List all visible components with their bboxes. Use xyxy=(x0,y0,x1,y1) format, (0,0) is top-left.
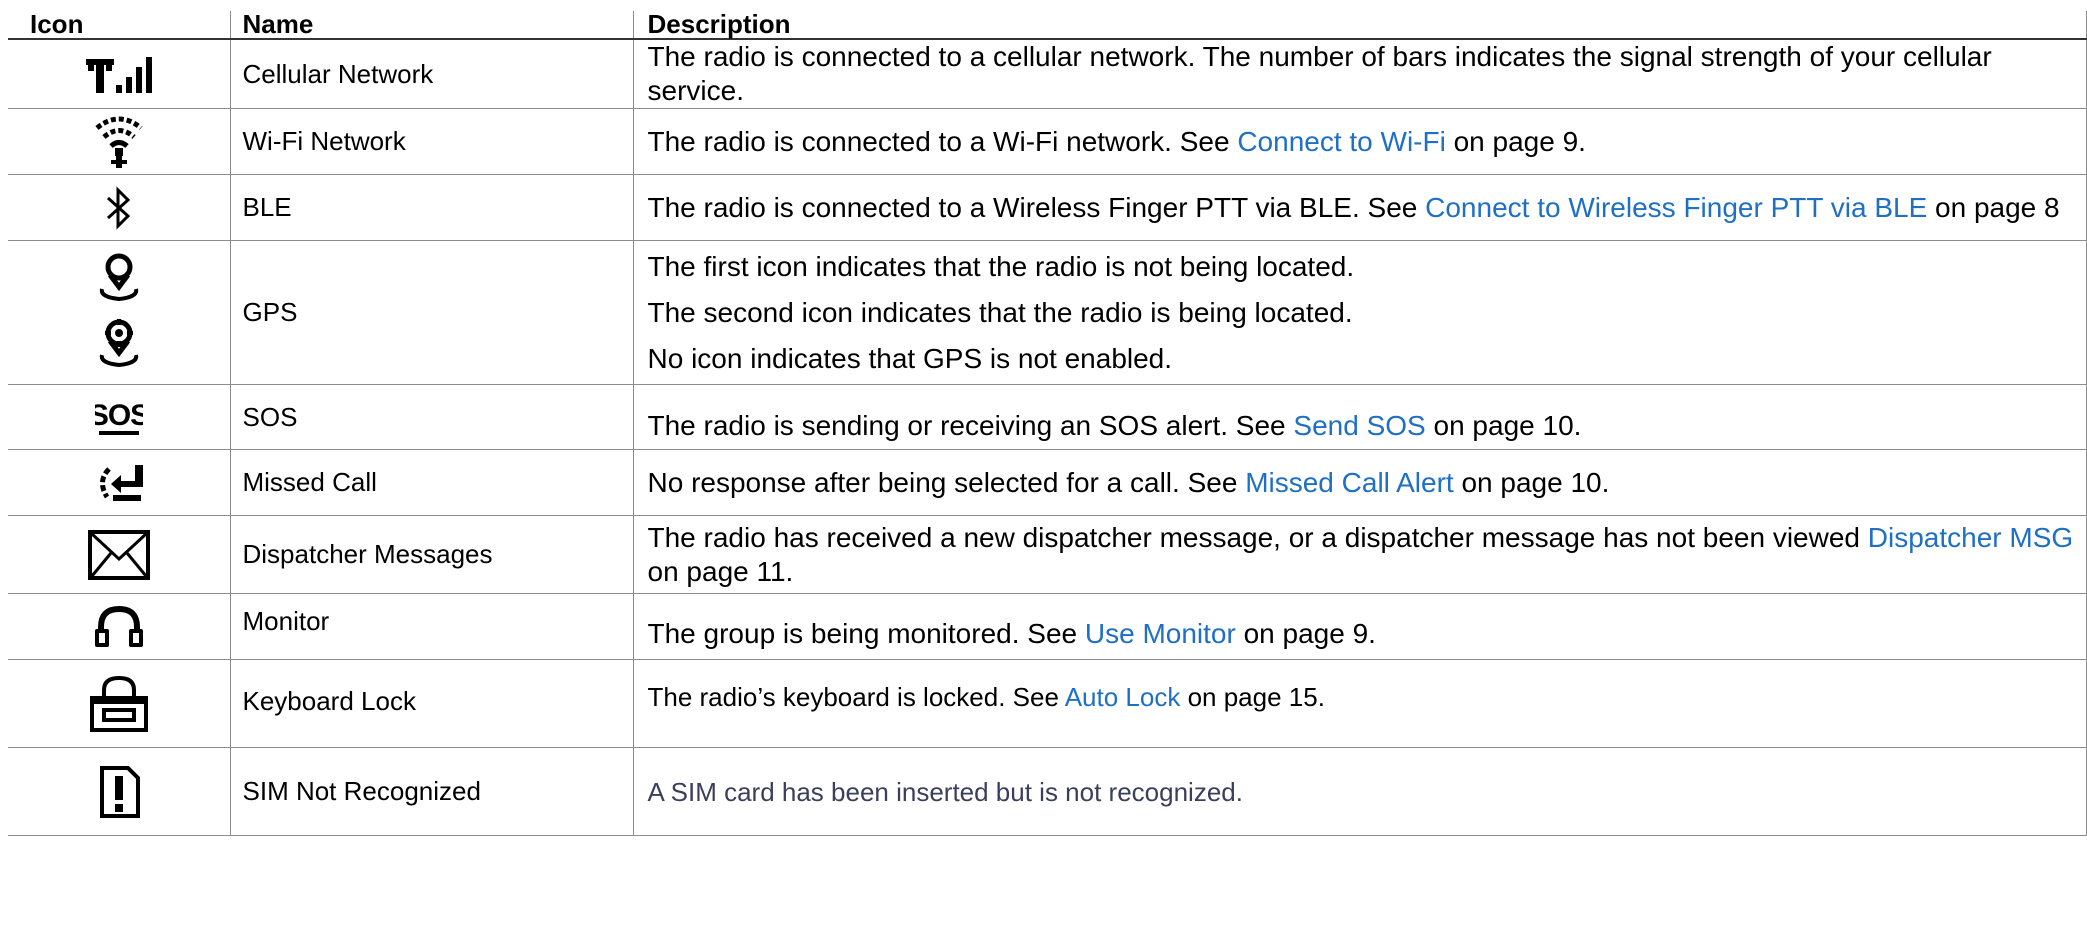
table-row: SIM Not Recognized A SIM card has been i… xyxy=(8,747,2087,836)
row-description-suffix: on page 9. xyxy=(1235,617,1376,649)
header-description: Description xyxy=(632,11,2087,40)
row-description: No response after being selected for a c… xyxy=(647,466,1246,498)
table-row: SOS SOS The radio is sending or receivin… xyxy=(8,384,2087,450)
missed-call-icon xyxy=(99,464,143,501)
bluetooth-icon xyxy=(106,185,130,230)
row-name: SIM Not Recognized xyxy=(229,747,634,836)
envelope-icon xyxy=(87,529,150,580)
header-name: Name xyxy=(229,11,634,40)
headphones-icon xyxy=(94,605,143,647)
wifi-icon xyxy=(95,116,143,168)
table-row: Wi-Fi Network The radio is connected to … xyxy=(8,108,2087,175)
svg-text:SOS: SOS xyxy=(95,399,143,432)
row-description: The radio’s keyboard is locked. See xyxy=(647,681,1065,712)
row-name: BLE xyxy=(229,174,634,241)
table-row: Monitor The group is being monitored. Se… xyxy=(8,593,2087,660)
link-connect-ble[interactable]: Connect to Wireless Finger PTT via BLE xyxy=(1425,192,1927,223)
row-description-line: The second icon indicates that the radio… xyxy=(647,296,1353,328)
sos-icon: SOS xyxy=(95,399,143,435)
row-name: Wi-Fi Network xyxy=(229,108,634,175)
row-name: Monitor xyxy=(229,593,634,660)
row-description: The radio is connected to a Wi-Fi networ… xyxy=(647,125,1238,157)
row-description-suffix: on page 15. xyxy=(1180,681,1325,712)
table-header-row: Icon Name Description xyxy=(8,11,2087,40)
keyboard-lock-icon xyxy=(89,675,148,732)
row-description: The group is being monitored. See xyxy=(647,617,1085,649)
row-name: Keyboard Lock xyxy=(229,659,634,748)
link-send-sos[interactable]: Send SOS xyxy=(1293,410,1425,441)
row-description: The radio is connected to a Wireless Fin… xyxy=(647,191,1426,223)
row-description: The radio has received a new dispatcher … xyxy=(647,521,1868,553)
row-description-line: No icon indicates that GPS is not enable… xyxy=(647,342,1173,374)
link-connect-wifi[interactable]: Connect to Wi-Fi xyxy=(1237,126,1446,157)
table-row: Dispatcher Messages The radio has receiv… xyxy=(8,515,2087,594)
table-row: Missed Call No response after being sele… xyxy=(8,449,2087,516)
table-row: BLE The radio is connected to a Wireless… xyxy=(8,174,2087,241)
row-description-suffix: on page 11. xyxy=(647,555,794,587)
table-row: Cellular Network The radio is connected … xyxy=(8,38,2087,109)
row-description: The radio is connected to a cellular net… xyxy=(647,41,1992,106)
row-name: Missed Call xyxy=(229,449,634,516)
link-dispatcher-msg[interactable]: Dispatcher MSG xyxy=(1868,522,2073,553)
row-description-suffix: on page 10. xyxy=(1425,410,1582,441)
row-description-line: The first icon indicates that the radio … xyxy=(647,250,1355,282)
link-auto-lock[interactable]: Auto Lock xyxy=(1065,682,1181,712)
row-description-suffix: on page 9. xyxy=(1445,125,1586,157)
status-icons-table: Icon Name Description Cellular Network T… xyxy=(8,11,2087,836)
row-name: SOS xyxy=(229,384,634,450)
row-description: The radio is sending or receiving an SOS… xyxy=(647,410,1294,441)
table-row: Keyboard Lock The radio’s keyboard is lo… xyxy=(8,659,2087,748)
row-description-suffix: on page 10. xyxy=(1453,466,1610,498)
row-name: GPS xyxy=(229,240,634,385)
gps-location-icon xyxy=(99,253,138,367)
header-icon: Icon xyxy=(8,11,231,40)
link-use-monitor[interactable]: Use Monitor xyxy=(1085,618,1236,649)
row-description-suffix: on page 8 xyxy=(1927,191,2060,223)
link-missed-call-alert[interactable]: Missed Call Alert xyxy=(1245,467,1454,498)
row-name: Cellular Network xyxy=(229,38,634,109)
row-name: Dispatcher Messages xyxy=(229,515,634,594)
cellular-signal-icon xyxy=(85,57,152,93)
sim-alert-icon xyxy=(99,765,140,818)
table-row: GPS The first icon indicates that the ra… xyxy=(8,240,2087,385)
row-description: A SIM card has been inserted but is not … xyxy=(647,776,1243,807)
